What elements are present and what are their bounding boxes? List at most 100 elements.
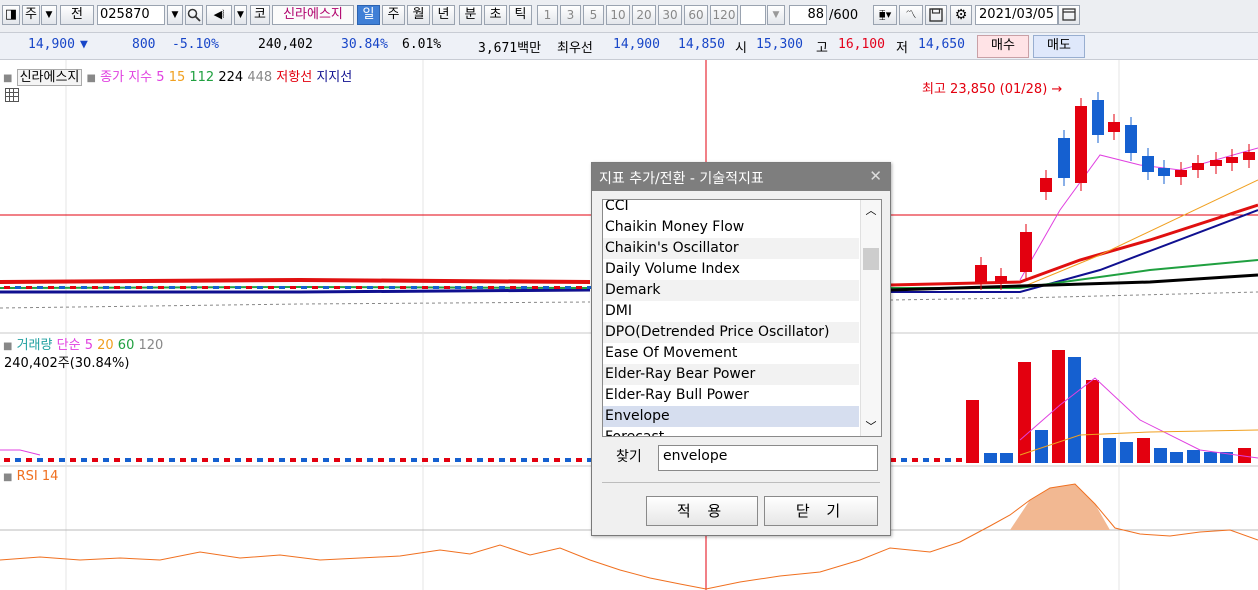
list-item[interactable]: Demark bbox=[603, 280, 859, 301]
code-dropdown-icon[interactable]: ▼ bbox=[167, 5, 183, 25]
rsi-label[interactable]: RSI 14 bbox=[17, 469, 59, 484]
scroll-up-icon[interactable]: ︿ bbox=[863, 202, 879, 217]
volume-bar bbox=[1018, 362, 1031, 463]
candle-type-icon[interactable]: ⧯▾ bbox=[873, 5, 897, 25]
list-item[interactable]: Chaikin Money Flow bbox=[603, 217, 859, 238]
best-sell-price: 14,900 bbox=[613, 37, 660, 52]
table-icon[interactable] bbox=[5, 88, 19, 102]
custom-period-dropdown-icon[interactable]: ▼ bbox=[767, 5, 785, 25]
period-num-5[interactable]: 5 bbox=[583, 5, 604, 25]
custom-period-input[interactable] bbox=[740, 5, 766, 25]
period-tab-second[interactable]: 초 bbox=[484, 5, 507, 25]
list-item[interactable]: Forecast... bbox=[603, 427, 859, 436]
volume-bar bbox=[934, 458, 940, 462]
volume-label[interactable]: 거래량 bbox=[17, 338, 53, 353]
count-input[interactable]: 88 bbox=[789, 5, 827, 25]
list-item[interactable]: CCI bbox=[603, 200, 859, 217]
apply-button[interactable]: 적 용 bbox=[646, 496, 758, 526]
layout-icon[interactable]: ◨ bbox=[2, 5, 20, 25]
period-num-10[interactable]: 10 bbox=[606, 5, 630, 25]
price-candle bbox=[125, 286, 131, 289]
close-icon[interactable]: ✕ bbox=[869, 167, 882, 185]
sound-icon[interactable]: ◀⦚ bbox=[206, 5, 232, 25]
price-candle bbox=[510, 286, 516, 289]
sell-button[interactable]: 매도 bbox=[1033, 35, 1085, 58]
list-scrollbar[interactable]: ︿ ﹀ bbox=[860, 200, 881, 436]
volume-bar bbox=[956, 458, 962, 462]
scroll-down-icon[interactable]: ﹀ bbox=[863, 418, 879, 433]
period-tab-month[interactable]: 월 bbox=[407, 5, 430, 25]
ma112-line-left bbox=[0, 277, 591, 284]
current-price: 14,900 bbox=[28, 37, 75, 52]
market-dropdown-icon[interactable]: ▼ bbox=[41, 5, 57, 25]
period-num-3[interactable]: 3 bbox=[560, 5, 581, 25]
search-input[interactable]: envelope bbox=[658, 445, 878, 471]
price-candle bbox=[1243, 152, 1255, 160]
ma15-line bbox=[889, 179, 1258, 291]
dashed-ma-left bbox=[0, 301, 591, 309]
period-num-120[interactable]: 120 bbox=[710, 5, 738, 25]
list-item[interactable]: Daily Volume Index bbox=[603, 259, 859, 280]
price-candle bbox=[521, 286, 527, 289]
scroll-thumb[interactable] bbox=[863, 248, 879, 270]
period-num-30[interactable]: 30 bbox=[658, 5, 682, 25]
open-price: 15,300 bbox=[756, 37, 803, 52]
period-num-1[interactable]: 1 bbox=[537, 5, 558, 25]
quote-bar: 14,900 ▼ 800 -5.10% 240,402 30.84% 6.01%… bbox=[0, 33, 1258, 60]
gear-icon[interactable]: ⚙ bbox=[950, 5, 972, 25]
volume-bar bbox=[565, 458, 571, 462]
period-tab-minute[interactable]: 분 bbox=[459, 5, 482, 25]
price-candle bbox=[1108, 122, 1120, 132]
period-num-60[interactable]: 60 bbox=[684, 5, 708, 25]
period-tab-year[interactable]: 년 bbox=[432, 5, 455, 25]
price-candle bbox=[4, 286, 10, 289]
calendar-icon[interactable] bbox=[1058, 5, 1080, 25]
list-item-selected[interactable]: Envelope bbox=[603, 406, 859, 427]
date-input[interactable]: 2021/03/05 bbox=[975, 5, 1058, 25]
volume-bar bbox=[923, 458, 929, 462]
period-tab-tick[interactable]: 틱 bbox=[509, 5, 532, 25]
price-candle bbox=[356, 286, 362, 289]
buy-button[interactable]: 매수 bbox=[977, 35, 1029, 58]
price-candle bbox=[1192, 163, 1204, 170]
price-change: 800 bbox=[132, 37, 156, 52]
prev-button[interactable]: 전 bbox=[60, 5, 94, 25]
list-item[interactable]: Chaikin's Oscillator bbox=[603, 238, 859, 259]
price-candle bbox=[235, 286, 241, 289]
indicator-list[interactable]: CCI Chaikin Money Flow Chaikin's Oscilla… bbox=[602, 199, 882, 437]
list-item[interactable]: DMI bbox=[603, 301, 859, 322]
search-label: 찾기 bbox=[616, 449, 642, 465]
period-tab-day[interactable]: 일 bbox=[357, 5, 380, 25]
list-item[interactable]: DPO(Detrended Price Oscillator) bbox=[603, 322, 859, 343]
period-num-20[interactable]: 20 bbox=[632, 5, 656, 25]
stock-code-input[interactable]: 025870 bbox=[97, 5, 165, 25]
volume-bar bbox=[378, 458, 384, 462]
list-item[interactable]: Elder-Ray Bull Power bbox=[603, 385, 859, 406]
volume-simple-label: 단순 bbox=[56, 338, 81, 353]
list-item[interactable]: Ease Of Movement bbox=[603, 343, 859, 364]
volume-bar bbox=[1170, 452, 1183, 463]
price-candle bbox=[158, 286, 164, 289]
market-button[interactable]: 주 bbox=[22, 5, 40, 25]
down-arrow-icon: ▼ bbox=[80, 37, 88, 52]
price-candle bbox=[26, 286, 32, 289]
line-type-icon[interactable]: 〽 bbox=[899, 5, 923, 25]
volume-bar bbox=[532, 458, 538, 462]
sound-dropdown-icon[interactable]: ▼ bbox=[234, 5, 247, 25]
price-candle bbox=[532, 286, 538, 289]
volume-bar bbox=[455, 458, 461, 462]
count-total: /600 bbox=[829, 8, 859, 23]
search-icon[interactable] bbox=[185, 5, 203, 25]
price-candle bbox=[103, 286, 109, 289]
legend-stock-name[interactable]: 신라에스지 bbox=[16, 69, 83, 86]
price-candle bbox=[1175, 170, 1187, 177]
save-icon[interactable] bbox=[925, 5, 947, 25]
period-tab-week[interactable]: 주 bbox=[382, 5, 405, 25]
legend-close-label[interactable]: 종가 지수 bbox=[100, 70, 152, 85]
dialog-title-bar[interactable]: 지표 추가/전환 - 기술적지표 ✕ bbox=[592, 163, 890, 191]
price-candle bbox=[378, 286, 384, 289]
close-button[interactable]: 닫 기 bbox=[764, 496, 878, 526]
price-candle bbox=[136, 286, 142, 289]
price-candle bbox=[290, 286, 296, 289]
list-item[interactable]: Elder-Ray Bear Power bbox=[603, 364, 859, 385]
